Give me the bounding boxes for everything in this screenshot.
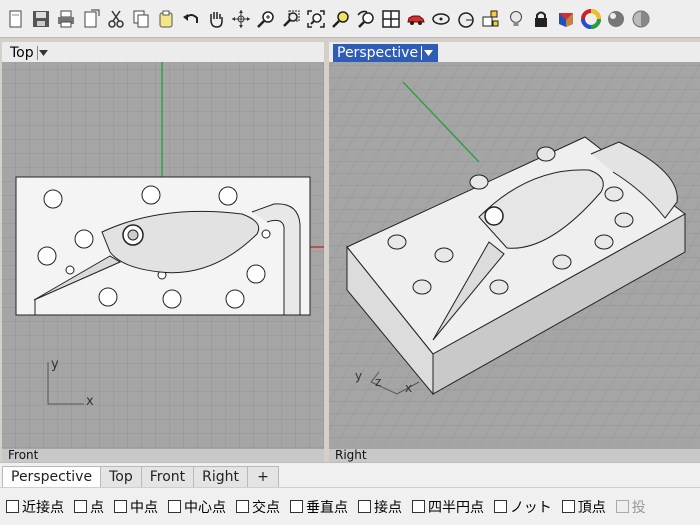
perspective-viewport-canvas: y z x [329, 62, 700, 449]
viewport-title-right-label: Right [335, 448, 367, 462]
checkbox[interactable] [494, 500, 507, 513]
osnap-tangent[interactable]: 接点 [358, 497, 402, 517]
save-icon[interactable] [29, 6, 52, 32]
circle-tool-icon[interactable] [454, 6, 477, 32]
checkbox[interactable] [168, 500, 181, 513]
tab-front[interactable]: Front [140, 466, 195, 487]
car-render-icon[interactable] [404, 6, 427, 32]
checkbox[interactable] [6, 500, 19, 513]
checkbox[interactable] [615, 500, 629, 513]
osnap-intersection[interactable]: 交点 [236, 497, 280, 517]
viewport-perspective[interactable]: y z x Perspective [329, 42, 700, 449]
viewport-title-perspective[interactable]: Perspective [333, 44, 439, 62]
top-viewport-canvas: y x [2, 62, 324, 449]
viewport-top[interactable]: y x Top [2, 42, 324, 449]
pan-hand-icon[interactable] [204, 6, 227, 32]
rotate-view-icon[interactable] [229, 6, 252, 32]
osnap-vertex[interactable]: 頂点 [561, 497, 606, 517]
import-icon[interactable] [79, 6, 102, 32]
lock-icon[interactable] [529, 6, 552, 32]
sphere-render-icon[interactable] [604, 6, 627, 32]
persp-axis-x-label: x [405, 381, 412, 395]
new-file-icon[interactable] [4, 6, 27, 32]
checkbox[interactable] [561, 500, 575, 513]
viewport-title-perspective-label: Perspective [337, 45, 419, 61]
copy-icon[interactable] [129, 6, 152, 32]
checkbox[interactable] [114, 500, 127, 513]
viewport-front-strip[interactable]: Front [2, 449, 324, 462]
checkbox[interactable] [412, 500, 425, 513]
osnap-point[interactable]: 点 [74, 497, 104, 517]
zoom-selected-icon[interactable] [329, 6, 352, 32]
osnap-center[interactable]: 中心点 [168, 497, 226, 517]
cut-icon[interactable] [104, 6, 127, 32]
top-axis-y-label: y [51, 357, 59, 372]
top-axis-x-label: x [86, 394, 94, 409]
osnap-knot[interactable]: ノット [494, 497, 552, 517]
viewport-menu-arrow-icon[interactable] [36, 46, 50, 60]
checkbox[interactable] [358, 500, 371, 513]
render-material-icon[interactable] [554, 6, 577, 32]
persp-axis-z-label: z [375, 375, 381, 389]
persp-axis-y-label: y [355, 369, 362, 383]
viewport-right-strip[interactable]: Right [329, 449, 700, 462]
viewport-menu-arrow-icon[interactable] [421, 46, 434, 60]
tab-top[interactable]: Top [100, 466, 142, 487]
paste-icon[interactable] [154, 6, 177, 32]
color-wheel-icon[interactable] [579, 6, 602, 32]
undo-icon[interactable] [179, 6, 202, 32]
main-toolbar [0, 0, 700, 38]
viewport-title-top[interactable]: Top [6, 44, 54, 62]
tab-perspective[interactable]: Perspective [2, 466, 102, 487]
print-icon[interactable] [54, 6, 77, 32]
viewport-title-front-label: Front [8, 448, 39, 462]
osnap-midpoint[interactable]: 中点 [114, 497, 158, 517]
sphere-shade-icon[interactable] [629, 6, 652, 32]
viewport-tabs: Perspective Top Front Right + [0, 462, 700, 487]
osnap-project[interactable]: 投 [615, 497, 646, 517]
layer-tool-icon[interactable] [479, 6, 502, 32]
checkbox[interactable] [74, 500, 87, 513]
tab-right[interactable]: Right [193, 466, 249, 487]
viewport-title-top-label: Top [10, 45, 34, 61]
osnap-quadrant[interactable]: 四半円点 [412, 497, 484, 517]
zoom-window-icon[interactable] [279, 6, 302, 32]
zoom-in-icon[interactable] [254, 6, 277, 32]
undo-view-icon[interactable] [354, 6, 377, 32]
checkbox[interactable] [236, 500, 249, 513]
checkbox[interactable] [290, 500, 303, 513]
osnap-perpendicular[interactable]: 垂直点 [290, 497, 348, 517]
add-viewport-tab-button[interactable]: + [247, 466, 280, 487]
osnap-bar: 近接点 点 中点 中心点 交点 垂直点 接点 四半円点 ノット 頂点 投 [0, 487, 700, 525]
lightbulb-icon[interactable] [504, 6, 527, 32]
ellipse-tool-icon[interactable] [429, 6, 452, 32]
four-viewports-icon[interactable] [379, 6, 402, 32]
zoom-extents-icon[interactable] [304, 6, 327, 32]
osnap-near[interactable]: 近接点 [6, 497, 64, 517]
